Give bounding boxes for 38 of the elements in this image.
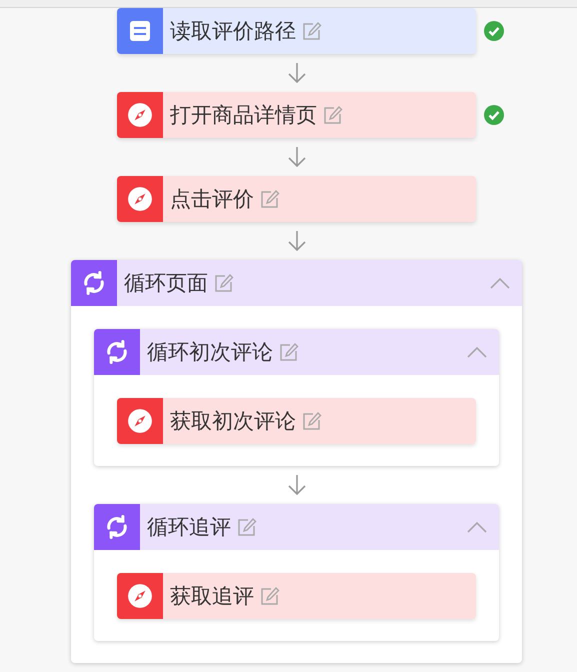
step-label: 获取追评 <box>170 583 254 610</box>
action-node[interactable]: 读取评价路径 <box>117 8 476 54</box>
collapse-chevron-icon[interactable] <box>467 521 487 533</box>
step-label: 循环初次评论 <box>147 339 273 366</box>
down-arrow-icon <box>286 230 308 252</box>
loop-header[interactable]: 循环追评 <box>94 504 499 550</box>
edit-icon[interactable] <box>260 586 280 606</box>
down-arrow-icon <box>286 146 308 168</box>
edit-icon[interactable] <box>260 189 280 209</box>
action-node[interactable]: 点击评价 <box>117 176 476 222</box>
collapse-chevron-icon[interactable] <box>467 346 487 358</box>
step-label: 点击评价 <box>170 186 254 213</box>
edit-icon[interactable] <box>302 411 322 431</box>
loop-header[interactable]: 循环初次评论 <box>94 329 499 375</box>
edit-icon[interactable] <box>302 21 322 41</box>
compass-icon <box>117 176 163 222</box>
action-node[interactable]: 获取初次评论 <box>117 398 476 444</box>
success-check-icon <box>484 105 504 125</box>
down-arrow-icon <box>286 62 308 84</box>
edit-icon[interactable] <box>214 273 234 293</box>
step-label: 获取初次评论 <box>170 408 296 435</box>
edit-icon[interactable] <box>323 105 343 125</box>
action-node[interactable]: 打开商品详情页 <box>117 92 476 138</box>
down-arrow-icon <box>286 474 308 496</box>
step-label: 循环页面 <box>124 270 208 297</box>
step-label: 循环追评 <box>147 514 231 541</box>
compass-icon <box>117 573 163 619</box>
compass-icon <box>117 92 163 138</box>
loop-header[interactable]: 循环页面 <box>71 260 522 306</box>
step-label: 读取评价路径 <box>170 18 296 45</box>
list-icon <box>117 8 163 54</box>
success-check-icon <box>484 21 504 41</box>
edit-icon[interactable] <box>279 342 299 362</box>
step-label: 打开商品详情页 <box>170 102 317 129</box>
compass-icon <box>117 398 163 444</box>
edit-icon[interactable] <box>237 517 257 537</box>
collapse-chevron-icon[interactable] <box>490 277 510 289</box>
action-node[interactable]: 获取追评 <box>117 573 476 619</box>
